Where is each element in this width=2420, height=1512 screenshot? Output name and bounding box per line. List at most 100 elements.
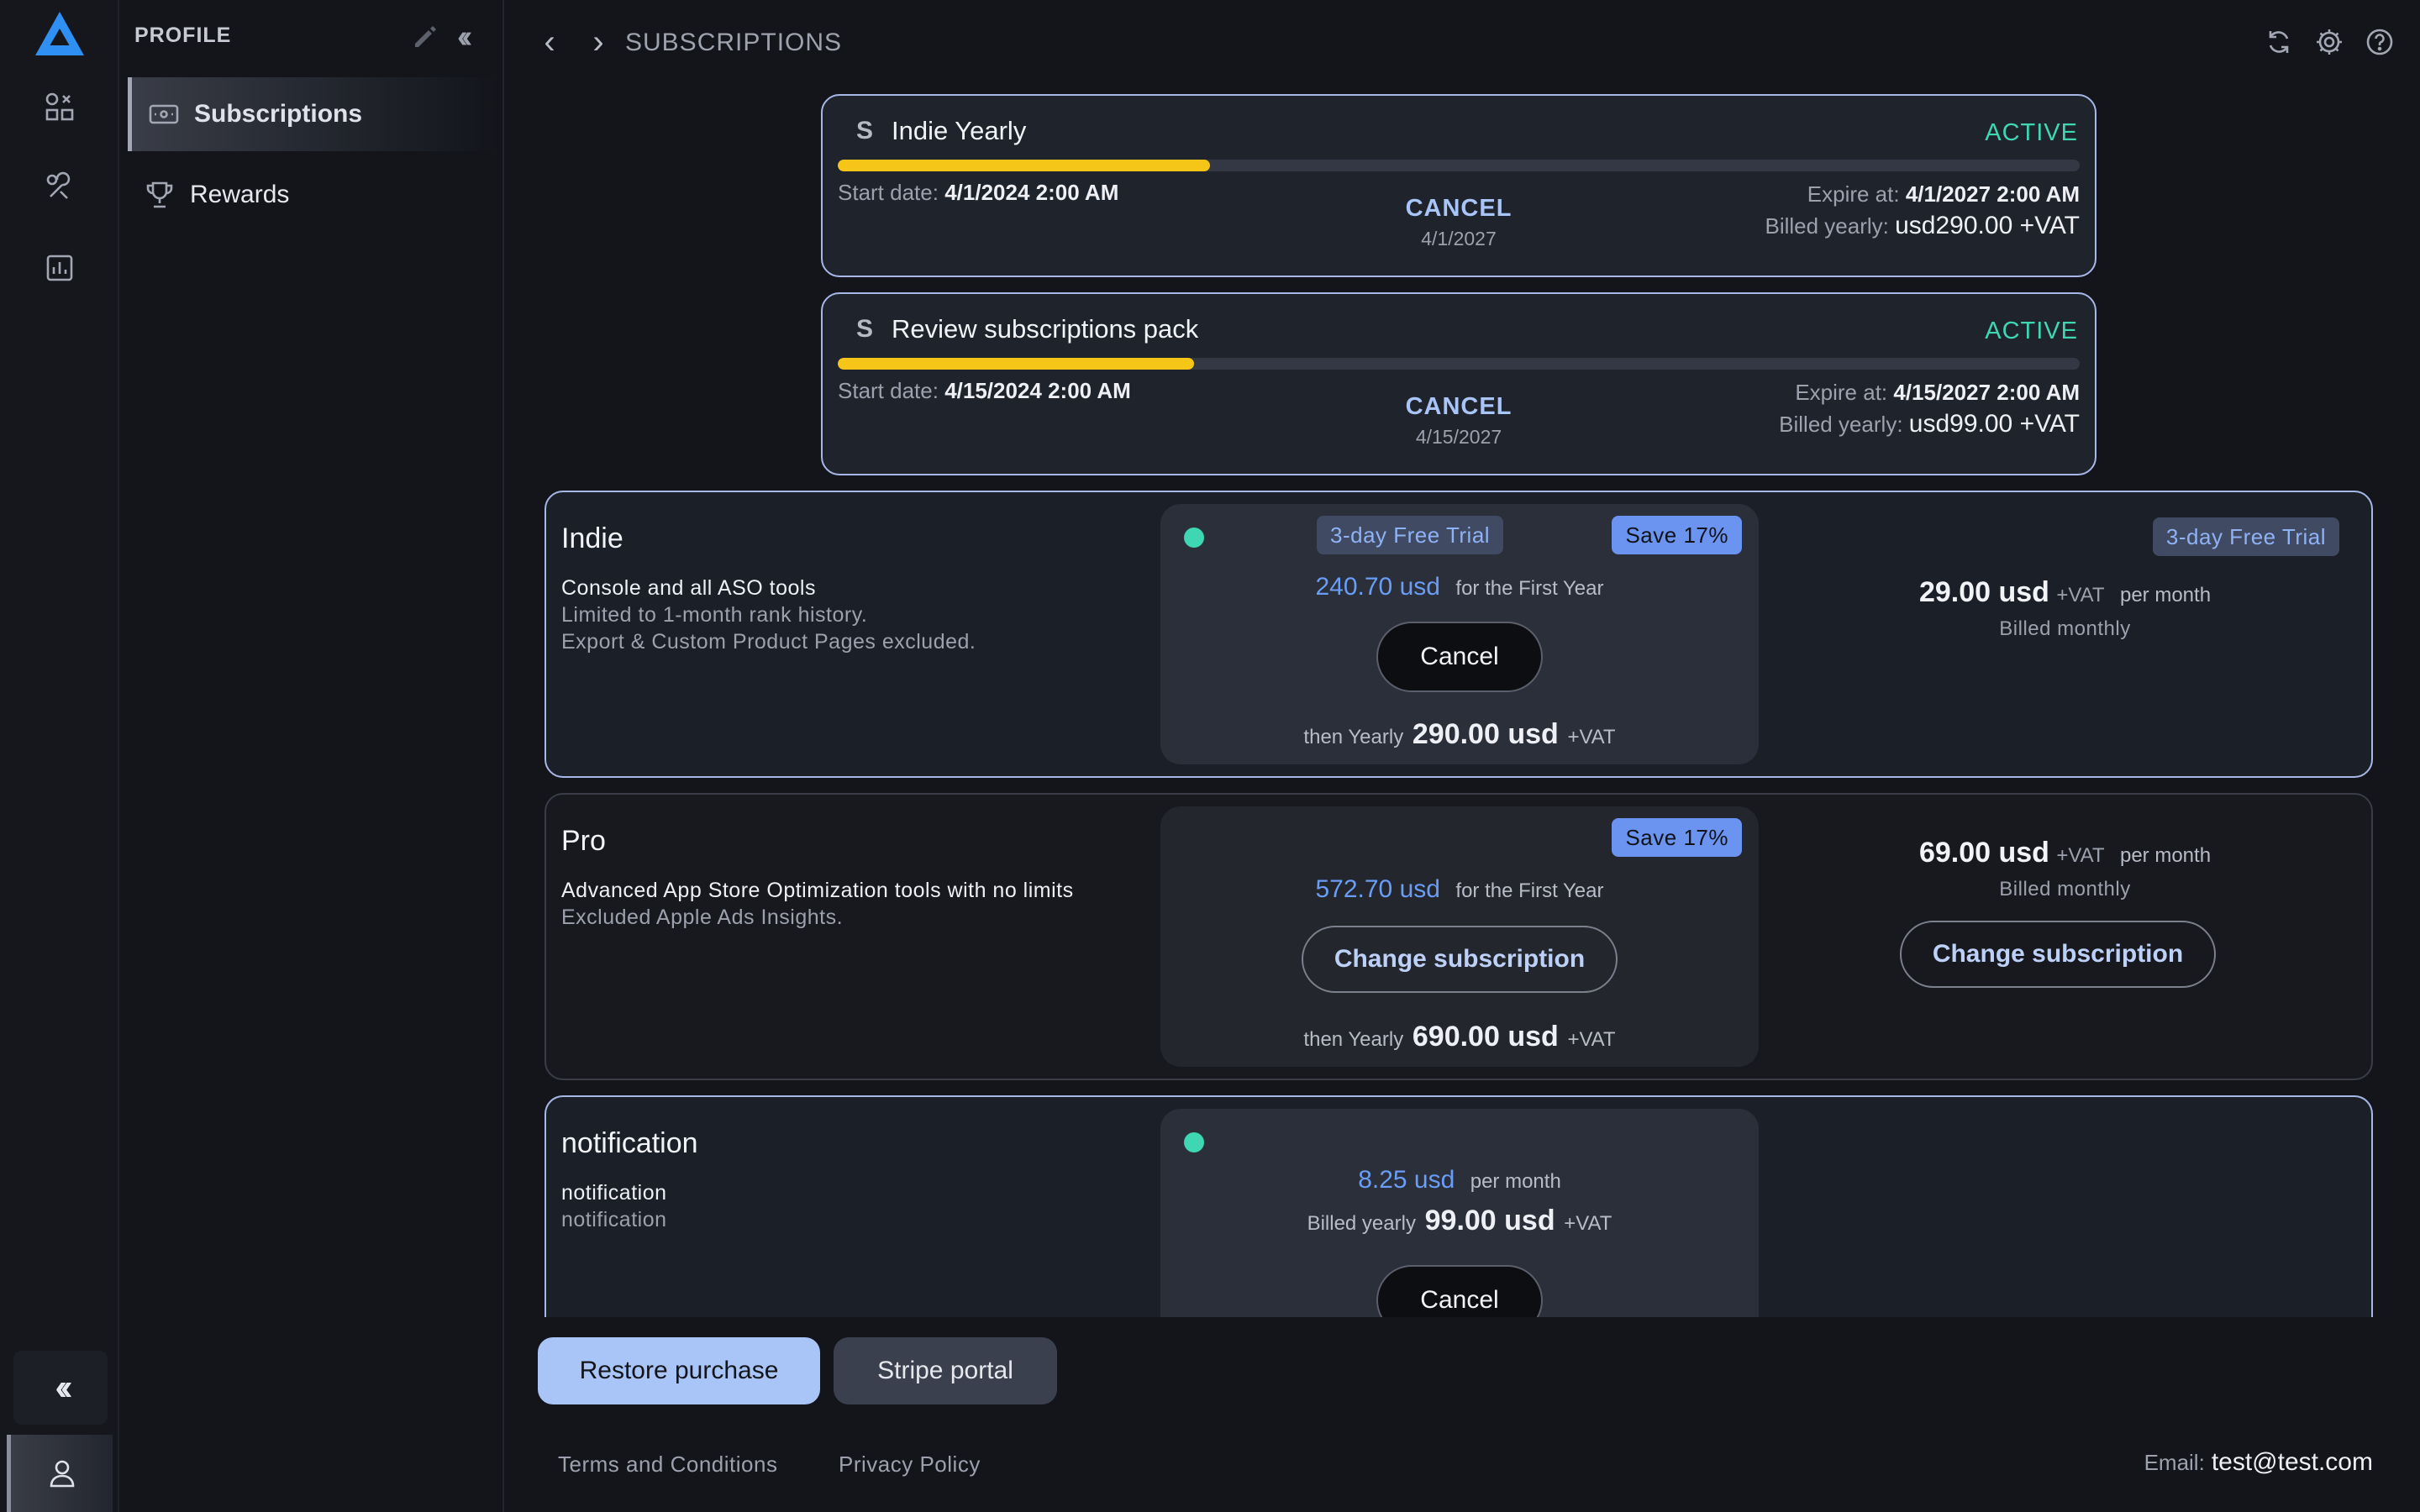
billed-label: Billed yearly: xyxy=(1779,412,1903,437)
active-subscription-card: S Review subscriptions pack ACTIVE Start… xyxy=(821,292,2096,475)
subscription-progress xyxy=(838,358,2080,370)
cancel-button[interactable]: Cancel xyxy=(1376,622,1543,692)
active-subscription-card: S Indie Yearly ACTIVE Start date: 4/1/20… xyxy=(821,94,2096,277)
monthly-equivalent-price: 8.25 usd per month xyxy=(1160,1166,1759,1194)
first-year-label: for the First Year xyxy=(1455,879,1604,902)
expire-block: Expire at: 4/1/2027 2:00 AM Billed yearl… xyxy=(1765,178,2080,242)
change-subscription-button[interactable]: Change subscription xyxy=(1302,926,1618,993)
monthly-offer: 69.00 usd +VAT per month Billed monthly xyxy=(1759,837,2371,901)
plan-card-pro: Pro Advanced App Store Optimization tool… xyxy=(544,793,2373,1080)
save-badge: Save 17% xyxy=(1612,516,1742,554)
plan-description: notification notification xyxy=(561,1179,667,1233)
then-label: then Yearly xyxy=(1303,1028,1404,1051)
first-year-price: 240.70 usd for the First Year xyxy=(1160,573,1759,601)
account-email: Email: test@test.com xyxy=(2144,1448,2373,1477)
edit-icon[interactable] xyxy=(410,22,440,52)
billed-value: usd99.00 +VAT xyxy=(1908,410,2080,438)
first-year-price: 572.70 usd for the First Year xyxy=(1160,875,1759,904)
plan-desc-extra: Excluded Apple Ads Insights. xyxy=(561,906,844,929)
first-year-amount: 240.70 usd xyxy=(1315,573,1440,601)
refresh-icon[interactable] xyxy=(2264,27,2294,57)
top-bar: ‹ › SUBSCRIPTIONS xyxy=(504,0,2420,84)
collapse-sidebar-icon[interactable]: ‹‹ xyxy=(457,20,491,54)
then-vat: +VAT xyxy=(1567,1028,1616,1051)
footer: Restore purchase Stripe portal Terms and… xyxy=(504,1317,2420,1512)
plan-desc-extra: notification xyxy=(561,1208,667,1231)
restore-purchase-button[interactable]: Restore purchase xyxy=(538,1337,820,1404)
left-rail: ‹‹ xyxy=(0,0,119,1512)
subscription-name: Indie Yearly xyxy=(892,116,1027,145)
sidebar-item-label: Rewards xyxy=(190,181,290,208)
expire-label: Expire at: xyxy=(1807,181,1900,207)
email-value: test@test.com xyxy=(2211,1448,2373,1476)
cancel-button[interactable]: CANCEL xyxy=(1406,393,1512,421)
billed-vat: +VAT xyxy=(1564,1212,1612,1235)
selected-indicator xyxy=(1184,528,1204,548)
trophy-icon xyxy=(143,178,176,212)
sidebar-item-subscriptions[interactable]: Subscriptions xyxy=(128,77,497,151)
billed-yearly: Billed yearly 99.00 usd +VAT xyxy=(1160,1205,1759,1237)
cancel-button[interactable]: Cancel xyxy=(1376,1265,1543,1317)
price-amount: 8.25 usd xyxy=(1358,1166,1455,1194)
monthly-billed: Billed monthly xyxy=(1999,878,2131,900)
plan-name: Indie xyxy=(561,522,623,554)
email-label: Email: xyxy=(2144,1450,2205,1475)
first-year-amount: 572.70 usd xyxy=(1315,875,1440,903)
then-label: then Yearly xyxy=(1303,726,1404,748)
analytics-icon[interactable] xyxy=(40,249,79,287)
price-per: per month xyxy=(1470,1170,1561,1193)
save-badge: Save 17% xyxy=(1612,818,1742,857)
billed-value: usd290.00 +VAT xyxy=(1895,212,2080,239)
apps-grid-icon[interactable] xyxy=(40,87,79,126)
plan-desc-main: Advanced App Store Optimization tools wi… xyxy=(561,879,1074,902)
plan-desc-main: Console and all ASO tools xyxy=(561,576,816,600)
settings-icon[interactable] xyxy=(2314,27,2344,57)
terms-link[interactable]: Terms and Conditions xyxy=(558,1452,777,1478)
app-logo[interactable] xyxy=(32,8,87,59)
subscription-name-row: S Review subscriptions pack xyxy=(856,314,1198,344)
plan-name: notification xyxy=(561,1127,698,1159)
status-badge: ACTIVE xyxy=(1985,119,2078,146)
yearly-offer[interactable]: Save 17% 572.70 usd for the First Year C… xyxy=(1160,806,1759,1067)
trial-badge: 3-day Free Trial xyxy=(1317,516,1504,554)
monthly-vat: +VAT xyxy=(2056,844,2105,867)
app-root: ‹‹ PROFILE ‹‹ Subscriptions Rewards ‹ › … xyxy=(0,0,2420,1512)
plan-desc-extra: Export & Custom Product Pages excluded. xyxy=(561,630,976,654)
stripe-icon: S xyxy=(856,117,874,144)
sidebar-title: PROFILE xyxy=(134,24,232,47)
help-icon[interactable] xyxy=(2365,27,2395,57)
expire-label: Expire at: xyxy=(1795,380,1888,405)
monthly-per: per month xyxy=(2119,584,2212,606)
back-icon[interactable]: ‹ xyxy=(533,25,566,59)
subscription-name: Review subscriptions pack xyxy=(892,314,1199,344)
plan-card-indie: Indie Console and all ASO tools Limited … xyxy=(544,491,2373,778)
expire-value: 4/1/2027 2:00 AM xyxy=(1905,181,2080,207)
plan-name: Pro xyxy=(561,825,606,857)
monthly-billed: Billed monthly xyxy=(1999,617,2131,640)
tools-icon[interactable] xyxy=(40,168,79,207)
user-icon[interactable] xyxy=(7,1435,113,1512)
billed-label: Billed yearly: xyxy=(1765,213,1889,239)
double-chevron-left-icon[interactable]: ‹‹ xyxy=(13,1351,108,1425)
then-yearly-price: then Yearly 690.00 usd +VAT xyxy=(1160,1021,1759,1053)
profile-sidebar: PROFILE ‹‹ Subscriptions Rewards xyxy=(121,0,504,1512)
plan-description: Advanced App Store Optimization tools wi… xyxy=(561,877,1074,931)
status-badge: ACTIVE xyxy=(1985,318,2078,344)
cancel-button[interactable]: CANCEL xyxy=(1406,195,1512,223)
first-year-label: for the First Year xyxy=(1455,577,1604,600)
plan-description: Console and all ASO tools Limited to 1-m… xyxy=(561,575,976,655)
then-amount: 290.00 usd xyxy=(1412,718,1559,750)
sidebar-item-rewards[interactable]: Rewards xyxy=(128,158,497,232)
progress-fill xyxy=(838,160,1211,171)
forward-icon[interactable]: › xyxy=(581,25,615,59)
change-subscription-monthly-button[interactable]: Change subscription xyxy=(1900,921,2216,988)
privacy-link[interactable]: Privacy Policy xyxy=(839,1452,981,1478)
stripe-portal-button[interactable]: Stripe portal xyxy=(834,1337,1057,1404)
selected-indicator xyxy=(1184,1132,1204,1152)
then-amount: 690.00 usd xyxy=(1412,1021,1559,1053)
billed-amount: 99.00 usd xyxy=(1424,1205,1555,1236)
billing-icon xyxy=(147,97,181,131)
plan-desc-extra: Limited to 1-month rank history. xyxy=(561,603,868,627)
sidebar-item-label: Subscriptions xyxy=(194,100,363,128)
monthly-vat: +VAT xyxy=(2056,584,2105,606)
